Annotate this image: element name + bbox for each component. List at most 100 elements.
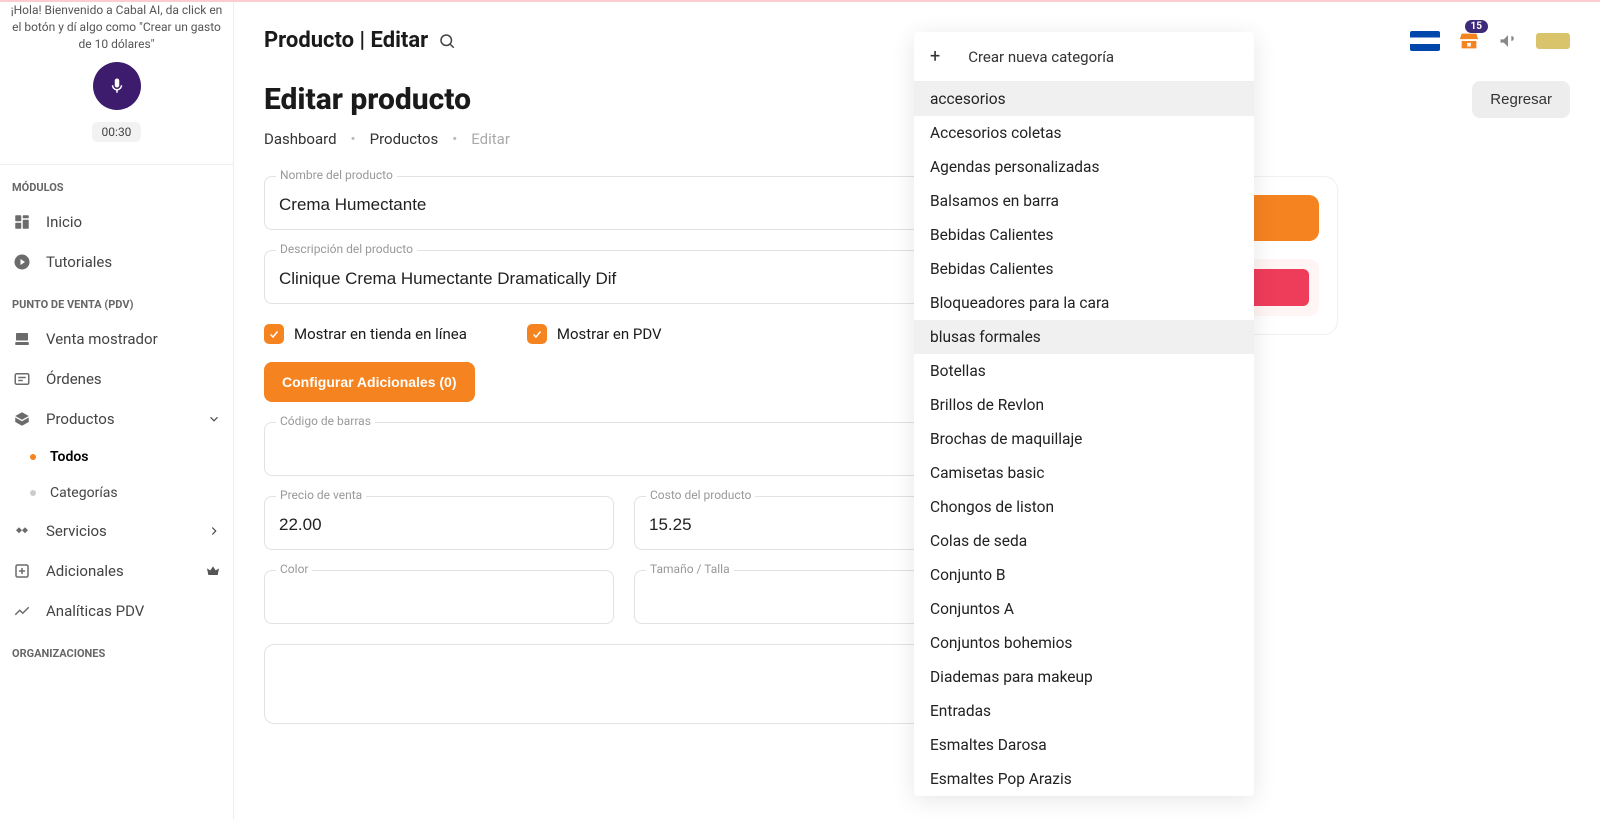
image-dropzone[interactable] xyxy=(264,644,984,724)
analytics-icon xyxy=(12,601,32,621)
bullet-icon xyxy=(30,454,36,460)
notif-badge: 15 xyxy=(1465,20,1488,33)
chevron-right-icon xyxy=(207,524,221,538)
checkbox-label: Mostrar en tienda en línea xyxy=(294,325,467,343)
sidebar-item-label: Inicio xyxy=(46,213,82,231)
dropdown-item[interactable]: Brochas de maquillaje xyxy=(914,422,1254,456)
sidebar-item-analytics[interactable]: Analíticas PDV xyxy=(0,591,233,631)
product-name-input[interactable] xyxy=(264,176,984,230)
dropdown-item[interactable]: Conjuntos A xyxy=(914,592,1254,626)
main-content: Producto | Editar 15 Editar producto Reg… xyxy=(234,2,1600,819)
search-icon[interactable] xyxy=(438,32,456,50)
config-addons-button[interactable]: Configurar Adicionales (0) xyxy=(264,362,475,402)
field-price: Precio de venta xyxy=(264,496,614,550)
sidebar-item-tutorials[interactable]: Tutoriales xyxy=(0,242,233,282)
checkbox-show-pdv[interactable]: Mostrar en PDV xyxy=(527,324,662,344)
sb-section-modules: MÓDULOS xyxy=(0,165,233,202)
product-desc-input[interactable] xyxy=(264,250,984,304)
dropdown-item[interactable]: Bebidas Calientes xyxy=(914,218,1254,252)
sidebar-item-addons[interactable]: Adicionales xyxy=(0,551,233,591)
sidebar-item-label: Servicios xyxy=(46,522,107,540)
plus-icon: + xyxy=(930,46,940,67)
field-product-desc: Descripción del producto xyxy=(264,250,984,304)
mic-button[interactable] xyxy=(93,62,141,110)
sidebar: ¡Hola! Bienvenido a Cabal AI, da click e… xyxy=(0,2,234,819)
field-label: Tamaño / Talla xyxy=(646,562,734,576)
megaphone-icon[interactable] xyxy=(1498,31,1518,51)
orders-icon xyxy=(12,369,32,389)
store-icon[interactable]: 15 xyxy=(1458,30,1480,52)
checkbox-label: Mostrar en PDV xyxy=(557,325,662,343)
brand-logo[interactable] xyxy=(1536,33,1570,49)
field-label: Costo del producto xyxy=(646,488,755,502)
dropdown-item[interactable]: Conjuntos bohemios xyxy=(914,626,1254,660)
dropdown-item[interactable]: Bebidas Calientes xyxy=(914,252,1254,286)
play-icon xyxy=(12,252,32,272)
sidebar-item-label: Adicionales xyxy=(46,562,124,580)
sidebar-item-all[interactable]: Todos xyxy=(0,439,233,475)
sidebar-item-orders[interactable]: Órdenes xyxy=(0,359,233,399)
dropdown-create-category[interactable]: + Crear nueva categoría xyxy=(914,32,1254,82)
dropdown-item[interactable]: Diademas para makeup xyxy=(914,660,1254,694)
sidebar-item-label: Categorías xyxy=(50,485,118,501)
dropdown-item[interactable]: Camisetas basic xyxy=(914,456,1254,490)
register-icon xyxy=(12,329,32,349)
dropdown-item[interactable]: Agendas personalizadas xyxy=(914,150,1254,184)
checkbox-checked-icon xyxy=(264,324,284,344)
sidebar-item-label: Todos xyxy=(50,449,88,465)
dropdown-item[interactable]: Chongos de liston xyxy=(914,490,1254,524)
chevron-down-icon xyxy=(207,412,221,426)
dropdown-item[interactable]: blusas formales xyxy=(914,320,1254,354)
sidebar-item-services[interactable]: Servicios xyxy=(0,511,233,551)
dropdown-item[interactable]: accesorios xyxy=(914,82,1254,116)
dropdown-item[interactable]: Esmaltes Darosa xyxy=(914,728,1254,762)
sb-section-pos: PUNTO DE VENTA (PDV) xyxy=(0,282,233,319)
crumb-dashboard[interactable]: Dashboard xyxy=(264,130,337,148)
back-button[interactable]: Regresar xyxy=(1472,81,1570,118)
dropdown-item[interactable]: Brillos de Revlon xyxy=(914,388,1254,422)
field-barcode: Código de barras xyxy=(264,422,984,476)
sidebar-item-label: Tutoriales xyxy=(46,253,112,271)
ai-timer: 00:30 xyxy=(92,122,142,142)
field-label: Precio de venta xyxy=(276,488,366,502)
sidebar-item-home[interactable]: Inicio xyxy=(0,202,233,242)
dropdown-item[interactable]: Entradas xyxy=(914,694,1254,728)
sidebar-item-label: Analíticas PDV xyxy=(46,602,144,620)
sidebar-item-label: Venta mostrador xyxy=(46,330,158,348)
price-input[interactable] xyxy=(264,496,614,550)
dropdown-item[interactable]: Conjunto B xyxy=(914,558,1254,592)
mic-icon xyxy=(108,77,126,95)
category-dropdown: + Crear nueva categoría accesoriosAcceso… xyxy=(914,32,1254,796)
crumb-edit: Editar xyxy=(471,130,510,148)
page-context-title: Producto | Editar xyxy=(264,28,428,53)
ai-welcome-text: ¡Hola! Bienvenido a Cabal AI, da click e… xyxy=(10,2,223,52)
country-flag-icon[interactable] xyxy=(1410,31,1440,51)
dropdown-item[interactable]: Accesorios coletas xyxy=(914,116,1254,150)
bullet-icon xyxy=(30,490,36,496)
page-title: Editar producto xyxy=(264,82,471,117)
field-product-name: Nombre del producto xyxy=(264,176,984,230)
color-input[interactable] xyxy=(264,570,614,624)
checkbox-show-online[interactable]: Mostrar en tienda en línea xyxy=(264,324,467,344)
dropdown-item[interactable]: Colas de seda xyxy=(914,524,1254,558)
sidebar-item-label: Productos xyxy=(46,410,115,428)
sidebar-item-label: Órdenes xyxy=(46,370,102,388)
dropdown-item[interactable]: Botellas xyxy=(914,354,1254,388)
sb-section-orgs: ORGANIZACIONES xyxy=(0,631,233,668)
crown-icon xyxy=(205,563,221,579)
sidebar-item-counter-sale[interactable]: Venta mostrador xyxy=(0,319,233,359)
field-label: Código de barras xyxy=(276,414,375,428)
field-color: Color xyxy=(264,570,614,624)
dropdown-item[interactable]: Esmaltes Pop Arazis xyxy=(914,762,1254,796)
crumb-products[interactable]: Productos xyxy=(370,130,439,148)
dropdown-item[interactable]: Bloqueadores para la cara xyxy=(914,286,1254,320)
sidebar-item-categories[interactable]: Categorías xyxy=(0,475,233,511)
addons-icon xyxy=(12,561,32,581)
barcode-input[interactable] xyxy=(264,422,984,476)
dropdown-item[interactable]: Balsamos en barra xyxy=(914,184,1254,218)
field-label: Color xyxy=(276,562,312,576)
products-icon xyxy=(12,409,32,429)
checkbox-checked-icon xyxy=(527,324,547,344)
sidebar-item-products[interactable]: Productos xyxy=(0,399,233,439)
field-label: Descripción del producto xyxy=(276,242,417,256)
